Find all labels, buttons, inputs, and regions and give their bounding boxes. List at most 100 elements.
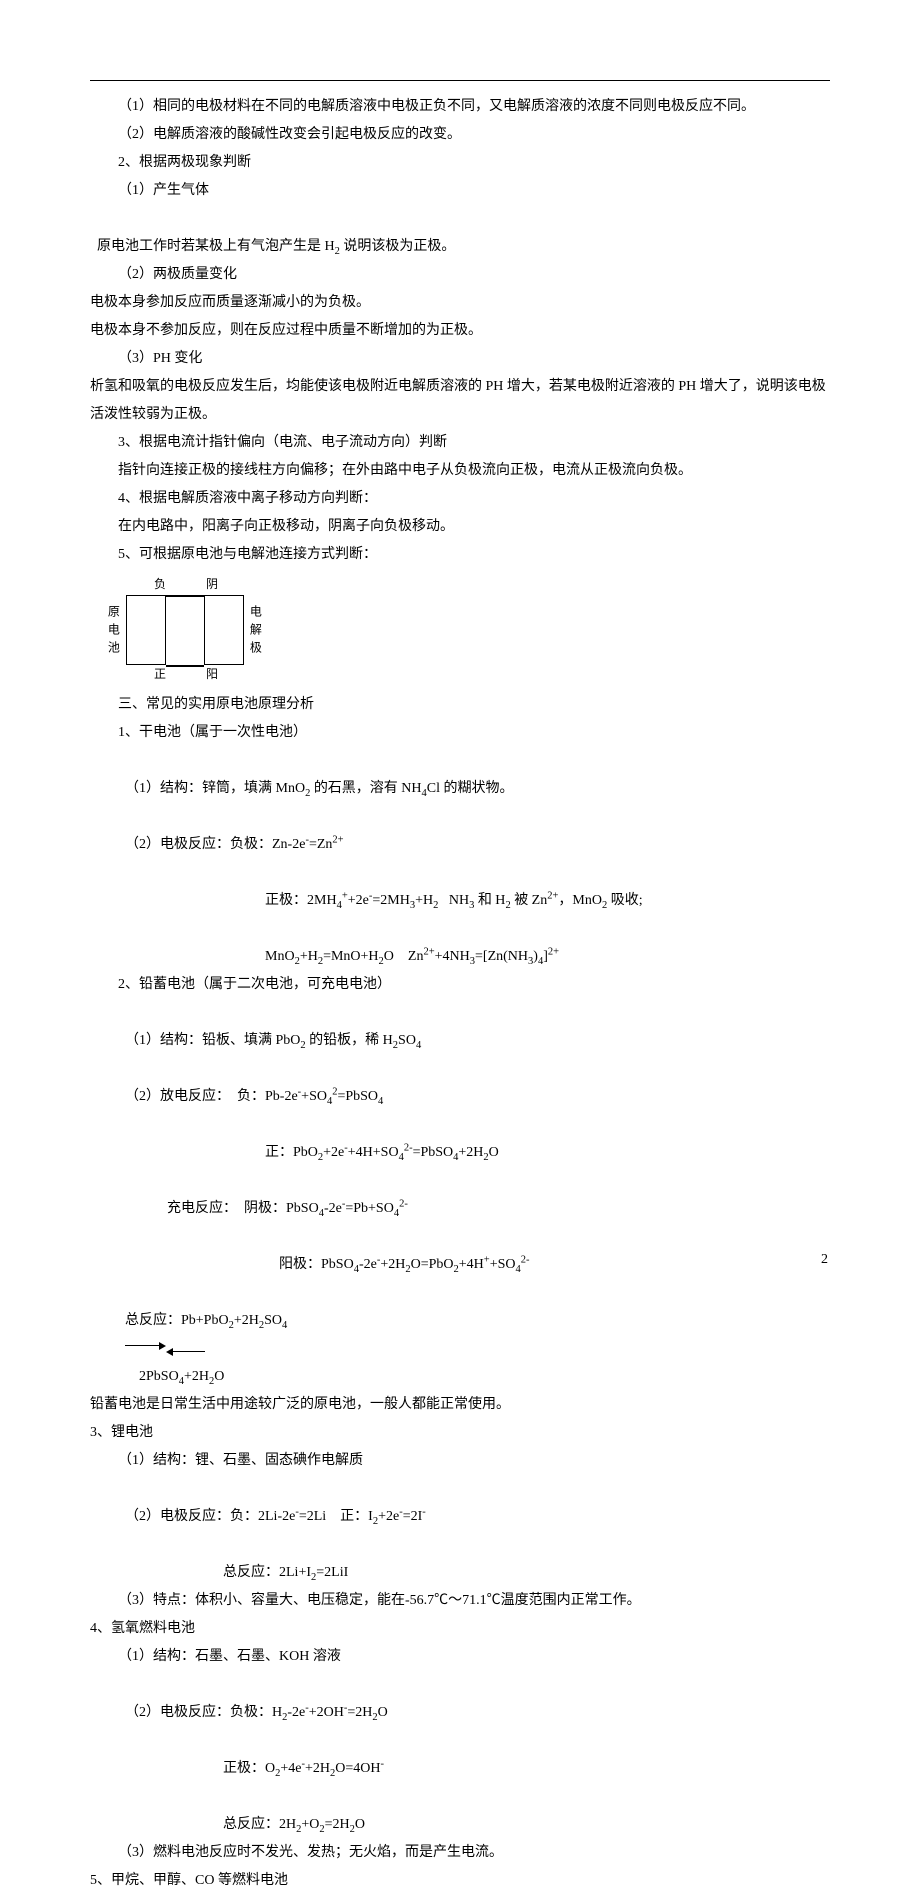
text: 总反应：2Li+I: [223, 1565, 311, 1580]
para: 总反应：2Li+I2=2LiI: [90, 1531, 830, 1587]
text: 总反应：2H: [223, 1817, 296, 1832]
text: -2e: [359, 1257, 377, 1272]
para: 2、铅蓄电池（属于二次电池，可充电电池）: [90, 971, 830, 999]
para: （1）产生气体: [90, 177, 830, 205]
label-positive: 正: [154, 667, 166, 681]
text: =2LiI: [316, 1565, 348, 1580]
text: +2H: [458, 1145, 483, 1160]
text: SO: [398, 1033, 416, 1048]
text: =Zn: [309, 837, 332, 852]
label-electrolytic: 电解极: [248, 605, 262, 659]
text: =[Zn(NH: [475, 949, 528, 964]
text: 吸收;: [607, 893, 642, 908]
forward-arrow-icon: [125, 1351, 165, 1352]
para: 铅蓄电池是日常生活中用途较广泛的原电池，一般人都能正常使用。: [90, 1391, 830, 1419]
para: 析氢和吸氧的电极反应发生后，均能使该电极附近电解质溶液的 PH 增大，若某电极附…: [90, 373, 830, 429]
para: 总反应：Pb+PbO2+2H2SO4 2PbSO4+2H2O: [90, 1279, 830, 1391]
para: 5、可根据原电池与电解池连接方式判断：: [90, 541, 830, 569]
para: （1）结构：锌筒，填满 MnO2 的石黑，溶有 NH4Cl 的糊状物。: [90, 747, 830, 803]
text: O=4OH: [335, 1761, 380, 1776]
para: 3、根据电流计指针偏向（电流、电子流动方向）判断: [90, 429, 830, 457]
reverse-arrow-icon: [165, 1351, 205, 1352]
document-body: （1）相同的电极材料在不同的电解质溶液中电极正负不同，又电解质溶液的浓度不同则电…: [90, 93, 830, 1895]
para: （3）特点：体积小、容量大、电压稳定，能在-56.7℃～71.1℃温度范围内正常…: [90, 1587, 830, 1615]
text: =2MH: [372, 893, 409, 908]
text: （2）放电反应： 负：Pb-2e: [125, 1089, 298, 1104]
text: 总反应：Pb+PbO: [125, 1313, 229, 1328]
wire: [166, 665, 204, 667]
text: +2H: [184, 1369, 209, 1384]
para: （2）电解质溶液的酸碱性改变会引起电极反应的改变。: [90, 121, 830, 149]
para: 正极：2MH4++2e-=2MH3+H2 NH3 和 H2 被 Zn2+，MnO…: [90, 859, 830, 915]
cell-diagram: 负 阴 正 阳 原电池 电解极: [114, 575, 284, 685]
para: 电极本身不参加反应，则在反应过程中质量不断增加的为正极。: [90, 317, 830, 345]
text: 的石黑，溶有 NH: [310, 781, 421, 796]
text: -2e: [324, 1201, 342, 1216]
text: Cl 的糊状物。: [427, 781, 514, 796]
para: （2）两极质量变化: [90, 261, 830, 289]
text: 的铅板，稀 H: [306, 1033, 393, 1048]
text: 说明该极为正极。: [340, 239, 456, 254]
para: 电极本身参加反应而质量逐渐减小的为负极。: [90, 289, 830, 317]
para: （3）PH 变化: [90, 345, 830, 373]
text: 被 Zn: [511, 893, 548, 908]
text: =PbSO: [337, 1089, 378, 1104]
electrolytic-cell-box: [204, 595, 244, 665]
text: 阳极：PbSO: [279, 1257, 354, 1272]
label-primary-cell: 原电池: [106, 605, 120, 659]
text: 原电池工作时若某极上有气泡产生是 H: [97, 239, 335, 254]
text: SO: [264, 1313, 282, 1328]
para: 4、氢氧燃料电池: [90, 1615, 830, 1643]
para: （3）燃料电池反应时不发光、发热；无火焰，而是产生电流。: [90, 1839, 830, 1867]
para: （2）电极反应：负：2Li-2e-=2Li 正：I2+2e-=2I-: [90, 1475, 830, 1531]
text: （1）结构：锌筒，填满 MnO: [125, 781, 305, 796]
para: （1）结构：铅板、填满 PbO2 的铅板，稀 H2SO4: [90, 999, 830, 1055]
text: （1）结构：铅板、填满 PbO: [125, 1033, 300, 1048]
text: ，MnO: [558, 893, 602, 908]
text: +4H+SO: [348, 1145, 399, 1160]
text: O: [355, 1817, 365, 1832]
text: 正极：2MH: [265, 893, 337, 908]
para: 充电反应： 阴极：PbSO4-2e-=Pb+SO42-: [90, 1167, 830, 1223]
text: +2e: [323, 1145, 344, 1160]
text: （2）电极反应：负极：Zn-2e: [125, 837, 305, 852]
text: 充电反应： 阴极：PbSO: [167, 1201, 319, 1216]
text: =2I: [403, 1509, 423, 1524]
label-anode: 阳: [206, 667, 218, 681]
para: MnO2+H2=MnO+H2O Zn2++4NH3=[Zn(NH3)4]2+: [90, 915, 830, 971]
label-cathode: 阴: [206, 577, 218, 591]
text: 正极：O: [223, 1761, 275, 1776]
para: 总反应：2H2+O2=2H2O: [90, 1783, 830, 1839]
text: +4e: [280, 1761, 301, 1776]
text: =MnO+H: [323, 949, 378, 964]
text: +2e: [378, 1509, 399, 1524]
text: O=PbO: [411, 1257, 454, 1272]
para: （2）放电反应： 负：Pb-2e-+SO42=PbSO4: [90, 1055, 830, 1111]
text: NH: [438, 893, 469, 908]
text: 2PbSO: [139, 1369, 179, 1384]
text: +2e: [348, 893, 369, 908]
text: O: [378, 1705, 388, 1720]
para: （2）电极反应：负极：H2-2e-+2OH-=2H2O: [90, 1671, 830, 1727]
text: 和 H: [474, 893, 505, 908]
text: =2H: [325, 1817, 350, 1832]
para: （1）相同的电极材料在不同的电解质溶液中电极正负不同，又电解质溶液的浓度不同则电…: [90, 93, 830, 121]
text: +H: [300, 949, 318, 964]
text: （2）电极反应：负：2Li-2e: [125, 1509, 295, 1524]
para: 指针向连接正极的接线柱方向偏移；在外由路中电子从负极流向正极，电流从正极流向负极…: [90, 457, 830, 485]
text: O: [489, 1145, 499, 1160]
para: 正：PbO2+2e-+4H+SO42-=PbSO4+2H2O: [90, 1111, 830, 1167]
text: +O: [301, 1817, 319, 1832]
text: （2）电极反应：负极：H: [125, 1705, 282, 1720]
para: 5、甲烷、甲醇、CO 等燃料电池: [90, 1867, 830, 1895]
para: 在内电路中，阳离子向正极移动，阴离子向负极移动。: [90, 513, 830, 541]
heading: 三、常见的实用原电池原理分析: [90, 691, 830, 719]
text: 正：PbO: [265, 1145, 318, 1160]
text: =Pb+SO: [345, 1201, 393, 1216]
top-rule: [90, 80, 830, 81]
label-negative: 负: [154, 577, 166, 591]
text: +2H: [305, 1761, 330, 1776]
page-number: 2: [821, 1246, 828, 1274]
para: 3、锂电池: [90, 1419, 830, 1447]
text: MnO: [265, 949, 295, 964]
